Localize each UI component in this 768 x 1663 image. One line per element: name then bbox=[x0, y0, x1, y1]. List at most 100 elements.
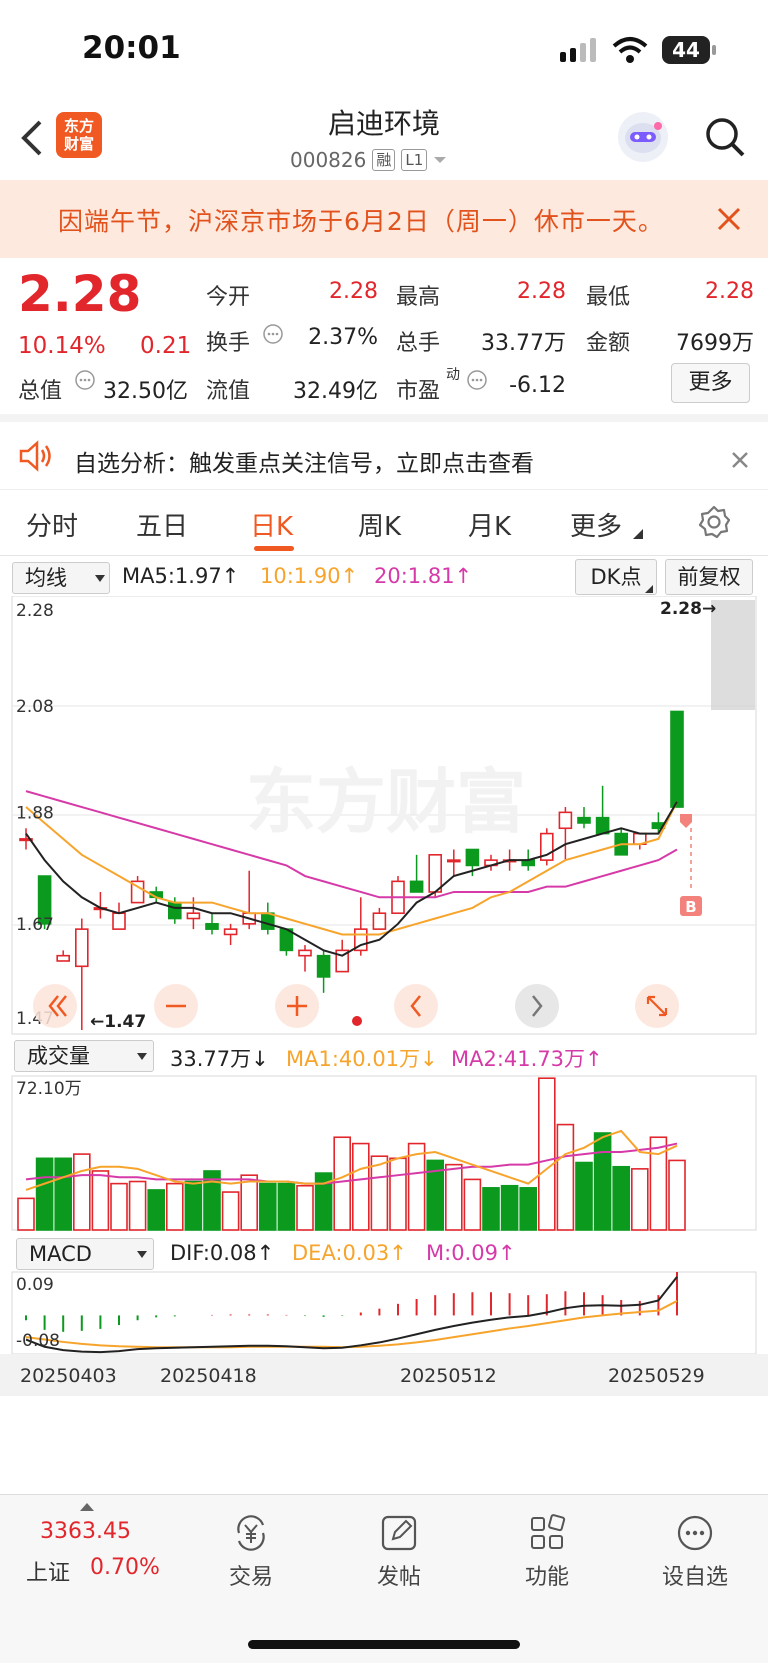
scroll-right-button[interactable] bbox=[515, 984, 559, 1028]
active-tab-indicator bbox=[254, 546, 294, 551]
amount-label: 金额 bbox=[586, 331, 631, 356]
fullscreen-button[interactable] bbox=[635, 984, 679, 1028]
nav-add-watchlist[interactable]: 设自选 bbox=[650, 1513, 740, 1591]
volume-bar bbox=[389, 1157, 407, 1231]
tab-daily-k[interactable]: 日K bbox=[250, 506, 293, 543]
adjust-mode-button[interactable]: 前复权 bbox=[665, 559, 753, 595]
volume-bar bbox=[184, 1180, 203, 1231]
tab-weekly-k[interactable]: 周K bbox=[358, 506, 401, 543]
buy-signal-marker[interactable]: B bbox=[680, 814, 702, 916]
volume-bar bbox=[519, 1187, 538, 1231]
dea-line bbox=[25, 1300, 678, 1349]
home-indicator bbox=[248, 1640, 520, 1649]
low-value: 2.28 bbox=[705, 279, 754, 304]
bottom-nav: 3363.45 上证 0.70% 交易 发帖 功能 设自选 bbox=[0, 1494, 768, 1663]
candle bbox=[223, 928, 238, 936]
x-tick-label: 20250529 bbox=[608, 1365, 705, 1387]
tab-more[interactable]: 更多 bbox=[570, 506, 622, 543]
kline-y-axis: 2.282.081.881.671.47 bbox=[16, 601, 54, 1029]
robot-assistant-icon[interactable] bbox=[618, 112, 668, 162]
candle bbox=[168, 901, 182, 920]
candle bbox=[428, 854, 443, 893]
pe-value: -6.12 bbox=[509, 373, 566, 398]
zoom-out-button[interactable] bbox=[154, 984, 198, 1028]
volume-bar bbox=[444, 1163, 463, 1231]
ma-select-label: 均线 bbox=[25, 566, 67, 590]
tab-intraday[interactable]: 分时 bbox=[26, 506, 78, 543]
nav-functions[interactable]: 功能 bbox=[502, 1513, 592, 1591]
more-quote-button[interactable]: 更多 bbox=[671, 363, 750, 403]
close-icon[interactable] bbox=[716, 206, 742, 232]
change-amount: 0.21 bbox=[140, 333, 192, 359]
volume-bar bbox=[128, 1180, 147, 1231]
volume-label: 总手 bbox=[396, 331, 441, 356]
vol-ma1-legend: MA1:40.01万↓ bbox=[286, 1047, 438, 1071]
search-icon[interactable] bbox=[704, 116, 746, 158]
battery-cap bbox=[712, 45, 716, 55]
info-icon[interactable] bbox=[262, 323, 284, 345]
candle bbox=[298, 949, 312, 957]
indicator-select-macd[interactable]: MACD bbox=[16, 1238, 154, 1270]
nav-trade-label: 交易 bbox=[228, 1565, 273, 1590]
zoom-in-button[interactable] bbox=[275, 984, 319, 1028]
volume-max-label: 72.10万 bbox=[16, 1079, 82, 1099]
scroll-left-fast-button[interactable] bbox=[33, 984, 77, 1028]
nav-post-label: 发帖 bbox=[376, 1565, 421, 1590]
gear-icon[interactable] bbox=[696, 504, 732, 540]
dk-point-button[interactable]: DK点 bbox=[575, 559, 657, 595]
volume-bar bbox=[556, 1123, 575, 1231]
volume-bar bbox=[166, 1182, 184, 1231]
volume-bar bbox=[612, 1165, 631, 1231]
indicator-select-ma[interactable]: 均线 bbox=[12, 562, 110, 594]
kline-chart[interactable]: 东方财富 2.282.081.881.671.47 2.28→ ←1.47 B … bbox=[0, 596, 768, 1396]
dea-legend: DEA:0.03↑ bbox=[292, 1241, 407, 1265]
close-icon[interactable] bbox=[730, 450, 750, 470]
y-tick-label: 2.08 bbox=[16, 697, 54, 717]
float-label: 流值 bbox=[206, 379, 251, 404]
info-icon[interactable] bbox=[74, 369, 96, 391]
pe-superscript: 动 bbox=[446, 367, 460, 383]
index-ticker[interactable]: 3363.45 上证 0.70% bbox=[14, 1501, 164, 1601]
stock-code: 000826 bbox=[290, 148, 367, 172]
ma10-legend: 10:1.90↑ bbox=[260, 564, 359, 588]
info-icon[interactable] bbox=[466, 369, 488, 391]
tab-monthly-k[interactable]: 月K bbox=[468, 506, 511, 543]
kline-marks bbox=[19, 710, 684, 1030]
candle bbox=[316, 954, 331, 978]
candle bbox=[577, 816, 591, 824]
macd-marks bbox=[25, 1272, 678, 1354]
volume-bar bbox=[630, 1168, 649, 1231]
watermark: 东方财富 bbox=[246, 761, 526, 843]
battery-icon: 44 bbox=[662, 36, 710, 64]
high-value: 2.28 bbox=[517, 279, 566, 304]
volume-bar bbox=[351, 1142, 370, 1231]
current-price-highlight bbox=[711, 600, 755, 710]
volume-bar bbox=[333, 1136, 352, 1231]
last-price-marker: 2.28→ bbox=[660, 599, 716, 619]
volume-select-label: 成交量 bbox=[27, 1044, 90, 1068]
indicator-select-volume[interactable]: 成交量 bbox=[14, 1040, 154, 1072]
candle bbox=[465, 848, 480, 867]
watchlist-alert-bar[interactable]: 自选分析：触发重点关注信号，立即点击查看 bbox=[0, 414, 768, 490]
candle bbox=[75, 928, 89, 968]
nav-trade[interactable]: 交易 bbox=[206, 1513, 296, 1591]
nav-post[interactable]: 发帖 bbox=[354, 1513, 444, 1591]
holiday-notice-banner[interactable]: 因端午节，沪深京市场于6月2日（周一）休市一天。 bbox=[0, 180, 768, 258]
low-label: 最低 bbox=[586, 285, 631, 310]
stock-code-row[interactable]: 000826 融 L1 bbox=[290, 148, 447, 172]
volume-bar bbox=[258, 1182, 277, 1231]
tab-five-day[interactable]: 五日 bbox=[136, 506, 188, 543]
speaker-icon bbox=[19, 440, 51, 472]
ma5-legend: MA5:1.97↑ bbox=[122, 564, 240, 588]
pe-label: 市盈 bbox=[396, 379, 441, 404]
y-tick-label: 2.28 bbox=[16, 601, 54, 621]
change-percent: 10.14% bbox=[18, 333, 106, 359]
volume-bar bbox=[277, 1182, 296, 1231]
level-tag: L1 bbox=[401, 149, 428, 171]
grid-apps-icon bbox=[531, 1514, 566, 1549]
dif-legend: DIF:0.08↑ bbox=[170, 1241, 275, 1265]
volume-bar bbox=[221, 1191, 240, 1231]
macd-min-label: -0.08 bbox=[16, 1331, 60, 1351]
scroll-left-button[interactable] bbox=[394, 984, 438, 1028]
yen-exchange-icon bbox=[237, 1515, 265, 1551]
